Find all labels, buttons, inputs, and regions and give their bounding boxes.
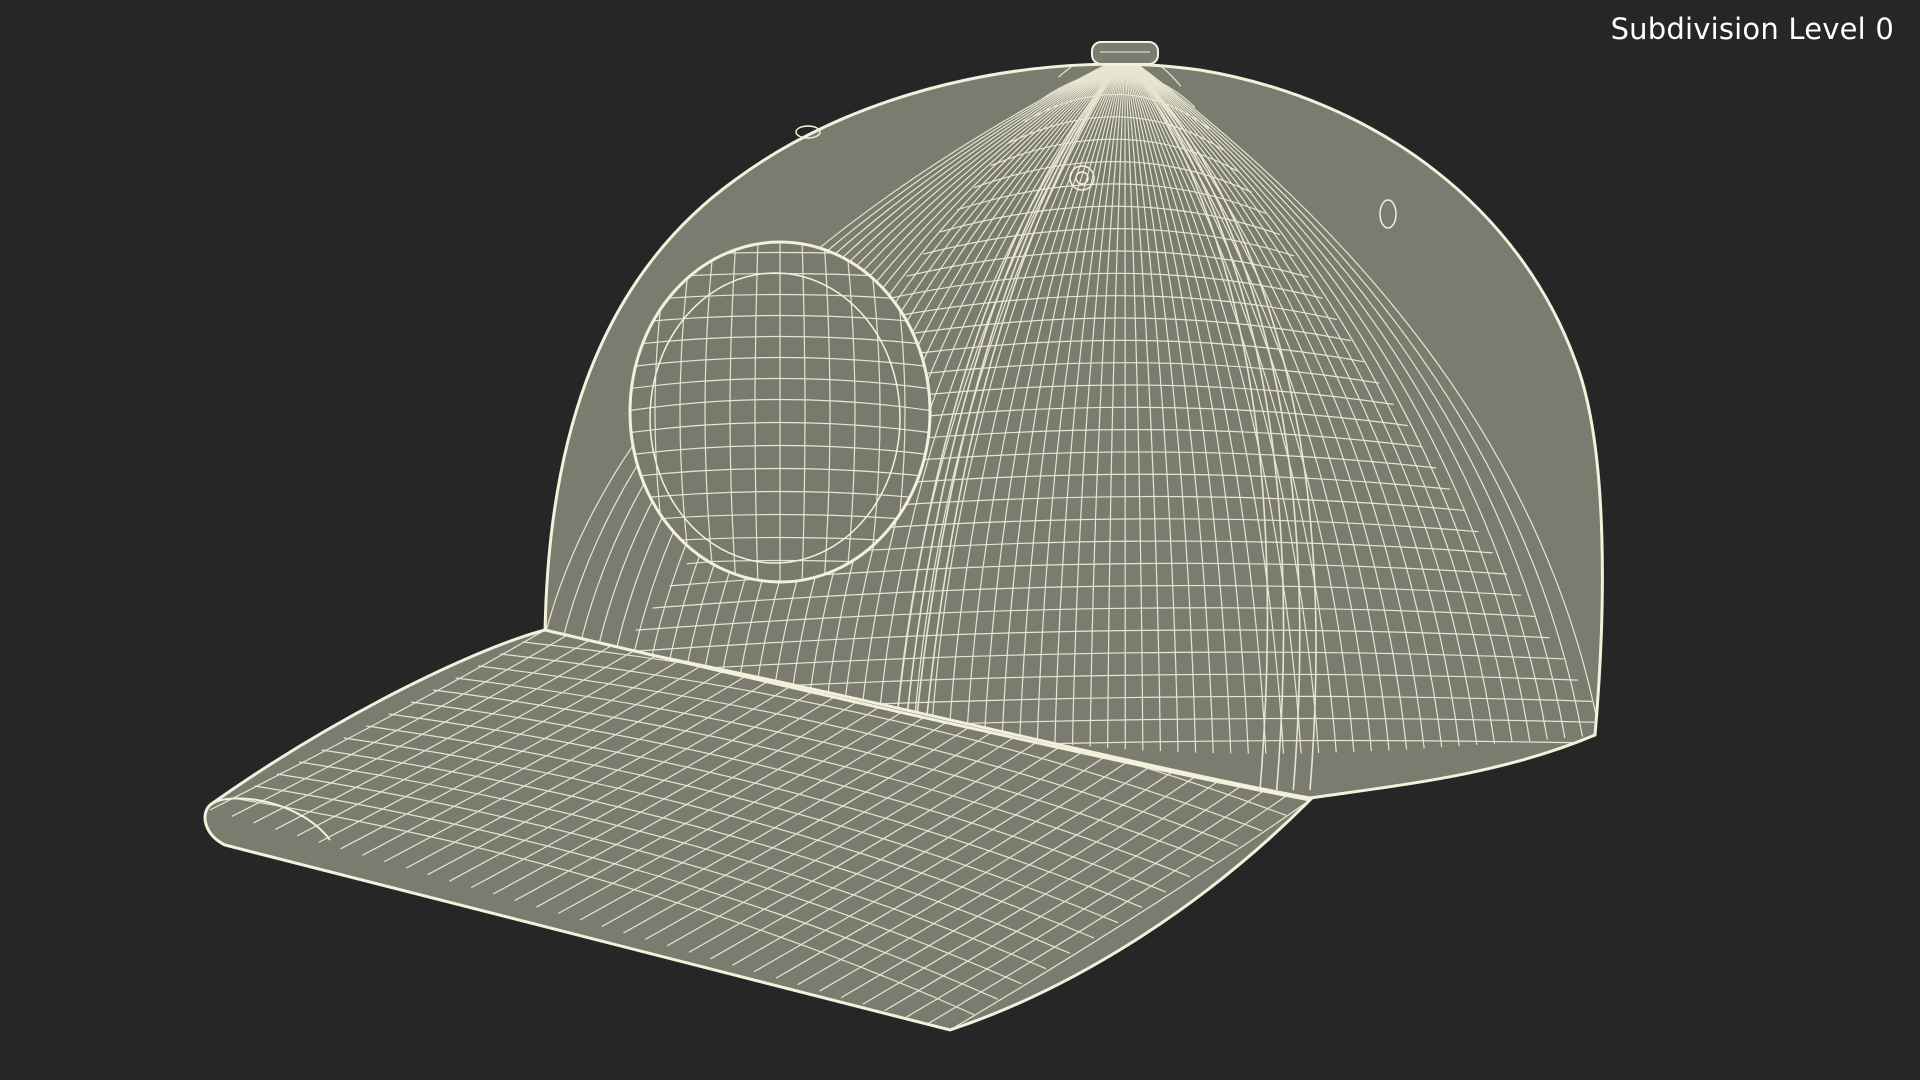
wireframe-render xyxy=(203,41,1604,1032)
subdivision-level-label: Subdivision Level 0 xyxy=(1610,12,1894,46)
cap-top-button xyxy=(1091,41,1159,65)
3d-viewport[interactable]: Subdivision Level 0 xyxy=(0,0,1920,1080)
